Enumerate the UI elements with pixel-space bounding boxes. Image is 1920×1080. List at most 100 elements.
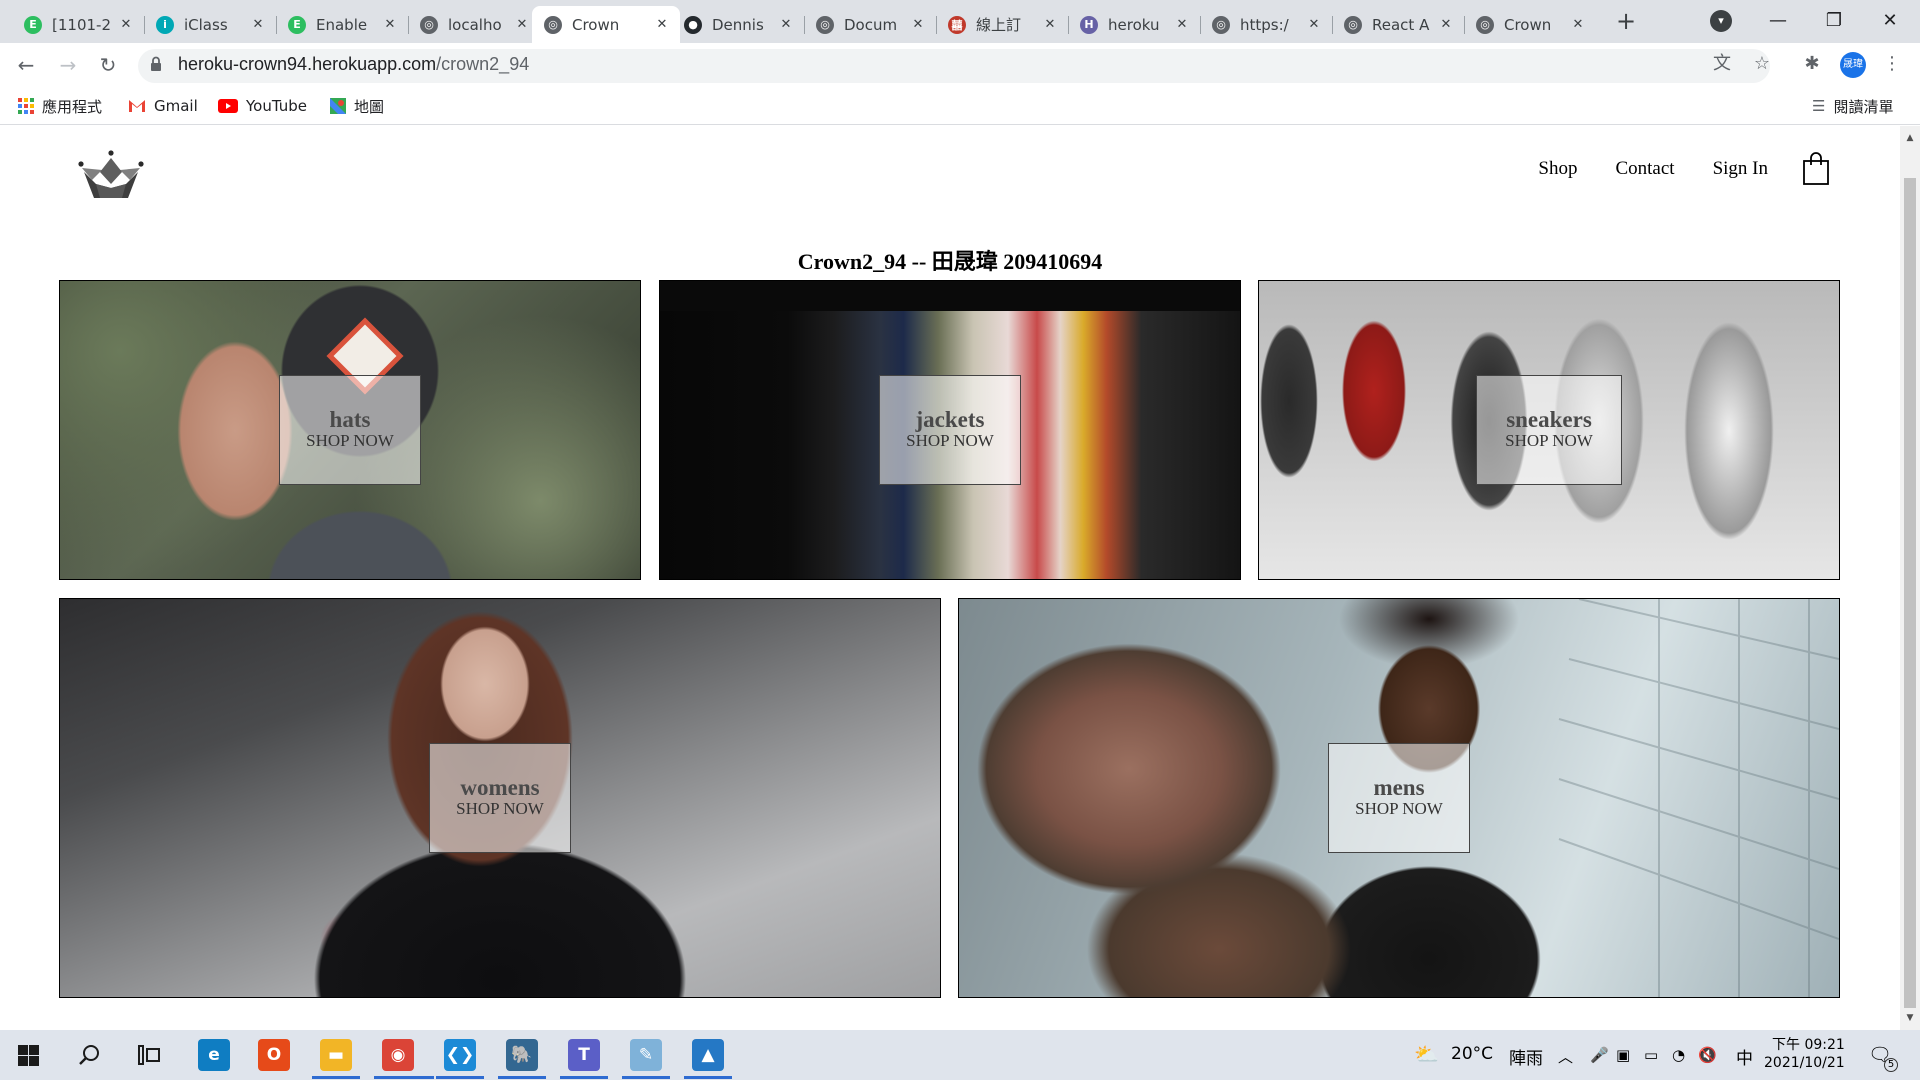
category-title: womens bbox=[460, 775, 540, 801]
maximize-icon[interactable]: ❐ bbox=[1814, 6, 1854, 36]
heroku-icon: H bbox=[1080, 15, 1098, 34]
crown-logo-icon[interactable] bbox=[78, 150, 144, 200]
category-label-box[interactable]: mens SHOP NOW bbox=[1328, 743, 1470, 853]
tab-close-icon[interactable]: ✕ bbox=[1042, 17, 1058, 32]
photos-icon[interactable]: ▲ bbox=[692, 1039, 724, 1071]
category-tile-womens[interactable]: womens SHOP NOW bbox=[59, 598, 941, 998]
nav-contact-link[interactable]: Contact bbox=[1615, 158, 1674, 180]
tab-close-icon[interactable]: ✕ bbox=[778, 17, 794, 32]
new-tab-button[interactable]: + bbox=[1612, 8, 1640, 36]
browser-tab[interactable]: ◎ https:/ ✕ bbox=[1200, 6, 1332, 43]
browser-tab[interactable]: ● Dennis ✕ bbox=[672, 6, 804, 43]
category-label-box[interactable]: jackets SHOP NOW bbox=[879, 375, 1021, 485]
tab-title: Dennis bbox=[712, 15, 764, 34]
weather-icon[interactable]: ⛅ bbox=[1414, 1042, 1439, 1066]
office-icon[interactable]: O bbox=[258, 1039, 290, 1071]
tab-close-icon[interactable]: ✕ bbox=[910, 17, 926, 32]
profile-avatar[interactable]: 晟瑋 bbox=[1840, 52, 1866, 78]
globe-icon: ◎ bbox=[420, 15, 438, 34]
bookmark-maps[interactable]: 地圖 bbox=[330, 95, 384, 117]
bookmark-apps[interactable]: 應用程式 bbox=[18, 95, 102, 117]
scroll-up-icon[interactable]: ▲ bbox=[1904, 132, 1916, 144]
url-text[interactable]: heroku-crown94.herokuapp.com/crown2_94 bbox=[178, 54, 529, 75]
reading-list-button[interactable]: ☰ 閱讀清單 bbox=[1812, 95, 1893, 117]
browser-tab[interactable]: E [1101-2 ✕ bbox=[12, 6, 144, 43]
teams-icon[interactable]: T bbox=[568, 1039, 600, 1071]
nav-shop-link[interactable]: Shop bbox=[1538, 158, 1577, 180]
bookmark-gmail[interactable]: Gmail bbox=[128, 95, 198, 117]
tab-close-icon[interactable]: ✕ bbox=[654, 17, 670, 32]
minimize-icon[interactable]: — bbox=[1758, 6, 1798, 36]
browser-tab[interactable]: ◎ Docum ✕ bbox=[804, 6, 936, 43]
maps-icon bbox=[330, 98, 346, 114]
tab-close-icon[interactable]: ✕ bbox=[1174, 17, 1190, 32]
translate-icon[interactable]: 文 bbox=[1710, 52, 1734, 76]
shop-now-text: SHOP NOW bbox=[456, 799, 544, 819]
scroll-down-icon[interactable]: ▼ bbox=[1904, 1012, 1916, 1024]
bookmark-star-icon[interactable]: ☆ bbox=[1750, 52, 1774, 76]
chrome-icon[interactable]: ◉ bbox=[382, 1039, 414, 1071]
browser-tab[interactable]: E Enable ✕ bbox=[276, 6, 408, 43]
ime-indicator[interactable]: 中 bbox=[1736, 1044, 1753, 1069]
scrollbar-thumb[interactable] bbox=[1904, 178, 1916, 1008]
task-view-icon[interactable] bbox=[138, 1045, 160, 1065]
tab-close-icon[interactable]: ✕ bbox=[382, 17, 398, 32]
volume-muted-icon[interactable]: 🔇 bbox=[1698, 1046, 1717, 1064]
browser-tab[interactable]: ◎ React A ✕ bbox=[1332, 6, 1464, 43]
tab-close-icon[interactable]: ✕ bbox=[1570, 17, 1586, 32]
category-label-box[interactable]: sneakers SHOP NOW bbox=[1476, 375, 1622, 485]
tab-close-icon[interactable]: ✕ bbox=[1438, 17, 1454, 32]
clock-time[interactable]: 下午 09:21 bbox=[1772, 1034, 1845, 1054]
category-title: hats bbox=[329, 407, 371, 433]
close-window-icon[interactable]: ✕ bbox=[1870, 6, 1910, 36]
browser-tab[interactable]: i iClass ✕ bbox=[144, 6, 276, 43]
back-icon[interactable]: ← bbox=[12, 51, 40, 79]
chevron-up-icon[interactable]: ︿ bbox=[1558, 1046, 1573, 1067]
nav-sign-in-link[interactable]: Sign In bbox=[1713, 158, 1768, 180]
search-icon[interactable] bbox=[78, 1044, 100, 1066]
forward-icon[interactable]: → bbox=[54, 51, 82, 79]
category-label-box[interactable]: womens SHOP NOW bbox=[429, 743, 571, 853]
clock-date[interactable]: 2021/10/21 bbox=[1764, 1055, 1845, 1071]
shopping-bag-icon[interactable] bbox=[1802, 152, 1830, 186]
bookmark-youtube[interactable]: YouTube bbox=[218, 95, 307, 117]
browser-tab[interactable]: ◎ Crown ✕ bbox=[532, 6, 680, 43]
url-host: heroku-crown94.herokuapp.com bbox=[178, 54, 437, 74]
menu-kebab-icon[interactable]: ⋮ bbox=[1880, 52, 1904, 76]
category-tile-jackets[interactable]: jackets SHOP NOW bbox=[659, 280, 1241, 580]
tab-title: https:/ bbox=[1240, 15, 1289, 34]
extensions-icon[interactable]: ✱ bbox=[1800, 52, 1824, 76]
category-tile-hats[interactable]: hats SHOP NOW bbox=[59, 280, 641, 580]
camera-icon[interactable]: ▣ bbox=[1616, 1046, 1630, 1064]
globe-icon: ◎ bbox=[1344, 15, 1362, 34]
tab-close-icon[interactable]: ✕ bbox=[514, 17, 530, 32]
shop-icon: 囍 bbox=[948, 15, 966, 34]
wifi-icon[interactable]: ◔ bbox=[1672, 1046, 1685, 1064]
weather-temp[interactable]: 20°C bbox=[1451, 1044, 1493, 1064]
browser-tab[interactable]: ◎ localho ✕ bbox=[408, 6, 540, 43]
category-tile-sneakers[interactable]: sneakers SHOP NOW bbox=[1258, 280, 1840, 580]
file-explorer-icon[interactable]: ▬ bbox=[320, 1039, 352, 1071]
tab-search-icon[interactable]: ▾ bbox=[1710, 10, 1732, 32]
category-label-box[interactable]: hats SHOP NOW bbox=[279, 375, 421, 485]
weather-desc[interactable]: 陣雨 bbox=[1509, 1044, 1543, 1069]
lock-icon[interactable] bbox=[150, 56, 162, 72]
windows-start-icon[interactable] bbox=[18, 1045, 39, 1066]
category-title: jackets bbox=[915, 407, 985, 433]
browser-tab[interactable]: 囍線上訂 ✕ bbox=[936, 6, 1068, 43]
pgadmin-icon[interactable]: 🐘 bbox=[506, 1039, 538, 1071]
tab-close-icon[interactable]: ✕ bbox=[118, 17, 134, 32]
page-scrollbar[interactable]: ▲ ▼ bbox=[1900, 126, 1920, 1030]
category-title: sneakers bbox=[1506, 407, 1592, 433]
edge-icon[interactable]: e bbox=[198, 1039, 230, 1071]
browser-tab[interactable]: ◎ Crown ✕ bbox=[1464, 6, 1596, 43]
vscode-icon[interactable]: ❮❯ bbox=[444, 1039, 476, 1071]
category-tile-mens[interactable]: mens SHOP NOW bbox=[958, 598, 1840, 998]
browser-tab[interactable]: Hheroku ✕ bbox=[1068, 6, 1200, 43]
microphone-icon[interactable]: 🎤 bbox=[1590, 1046, 1609, 1064]
tab-close-icon[interactable]: ✕ bbox=[1306, 17, 1322, 32]
reload-icon[interactable]: ↻ bbox=[94, 51, 122, 79]
battery-icon[interactable]: ▭ bbox=[1644, 1046, 1658, 1064]
tab-close-icon[interactable]: ✕ bbox=[250, 17, 266, 32]
paint-icon[interactable]: ✎ bbox=[630, 1039, 662, 1071]
